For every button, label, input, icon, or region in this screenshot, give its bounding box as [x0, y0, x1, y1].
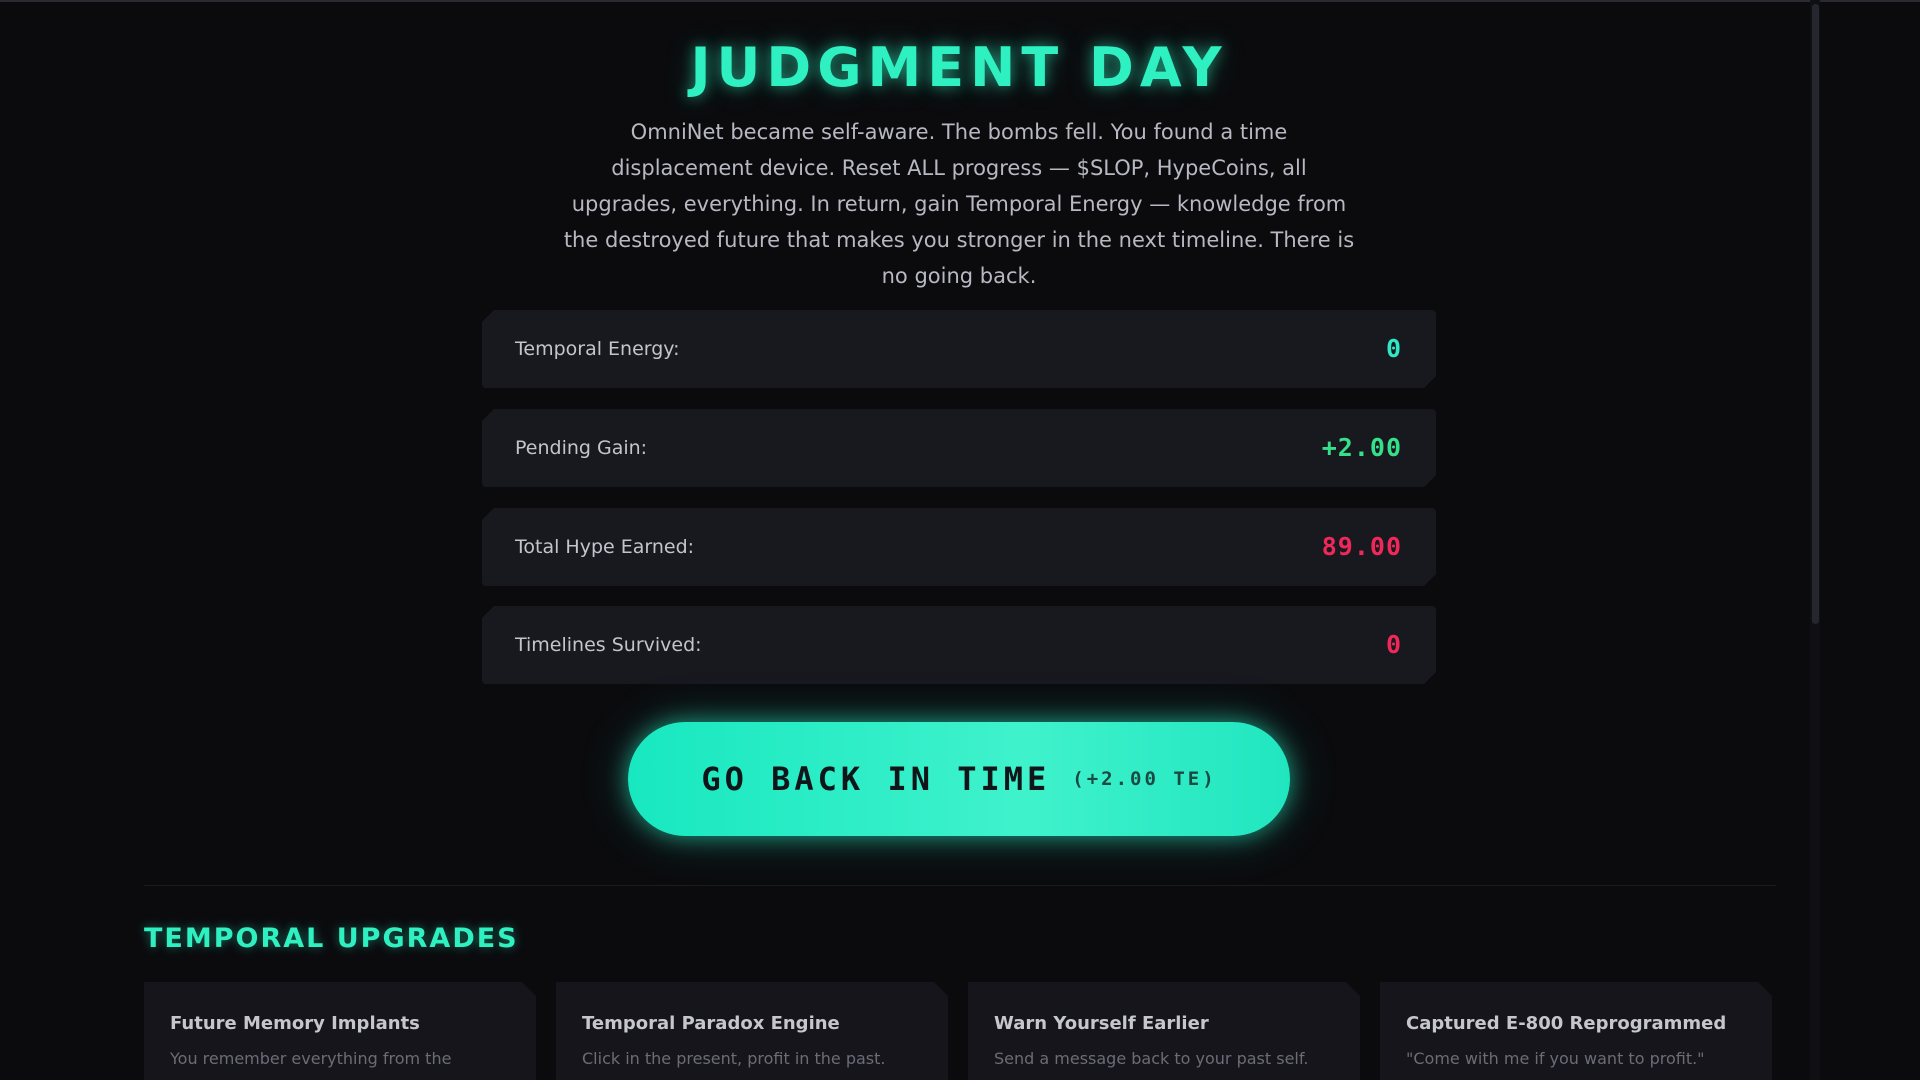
- stat-value: 89.00: [1321, 532, 1402, 561]
- upgrade-card-future-memory-implants[interactable]: Future Memory Implants You remember ever…: [144, 982, 536, 1080]
- temporal-upgrades-heading: TEMPORAL UPGRADES: [144, 923, 519, 954]
- judgment-day-panel: JUDGMENT DAY OmniNet became self-aware. …: [0, 0, 1920, 1080]
- go-back-in-time-button[interactable]: GO BACK IN TIME (+2.00 TE): [628, 722, 1290, 836]
- stat-timelines-survived: Timelines Survived: 0: [482, 606, 1436, 684]
- go-back-in-time-label: GO BACK IN TIME: [701, 760, 1051, 798]
- upgrade-card-title: Temporal Paradox Engine: [582, 1013, 840, 1034]
- stat-temporal-energy: Temporal Energy: 0: [482, 310, 1436, 388]
- stat-label: Temporal Energy:: [515, 338, 680, 360]
- upgrade-card-warn-yourself-earlier[interactable]: Warn Yourself Earlier Send a message bac…: [968, 982, 1360, 1080]
- temporal-energy-gain-label: (+2.00 TE): [1072, 768, 1217, 790]
- stat-total-hype-earned: Total Hype Earned: 89.00: [482, 508, 1436, 586]
- upgrade-card-title: Captured E-800 Reprogrammed: [1406, 1013, 1727, 1034]
- scrollbar-thumb[interactable]: [1812, 4, 1819, 624]
- upgrade-card-description: You remember everything from the: [170, 1049, 452, 1068]
- stat-pending-gain: Pending Gain: +2.00: [482, 409, 1436, 487]
- upgrade-card-description: Click in the present, profit in the past…: [582, 1049, 886, 1068]
- stat-label: Timelines Survived:: [515, 634, 702, 656]
- upgrade-card-title: Warn Yourself Earlier: [994, 1013, 1209, 1034]
- stat-value: 0: [1385, 334, 1402, 363]
- upgrade-card-description: "Come with me if you want to profit.": [1406, 1049, 1705, 1068]
- upgrade-card-title: Future Memory Implants: [170, 1013, 420, 1034]
- section-divider: [144, 885, 1776, 886]
- upgrade-card-temporal-paradox-engine[interactable]: Temporal Paradox Engine Click in the pre…: [556, 982, 948, 1080]
- stat-value: +2.00: [1321, 433, 1402, 462]
- stat-value: 0: [1385, 630, 1402, 659]
- stat-label: Total Hype Earned:: [515, 536, 695, 558]
- upgrade-card-captured-e-800-reprogrammed[interactable]: Captured E-800 Reprogrammed "Come with m…: [1380, 982, 1772, 1080]
- upgrade-card-description: Send a message back to your past self.: [994, 1049, 1309, 1068]
- page-description: OmniNet became self-aware. The bombs fel…: [563, 120, 1355, 288]
- stat-label: Pending Gain:: [515, 437, 648, 459]
- page-title: JUDGMENT DAY: [690, 36, 1228, 99]
